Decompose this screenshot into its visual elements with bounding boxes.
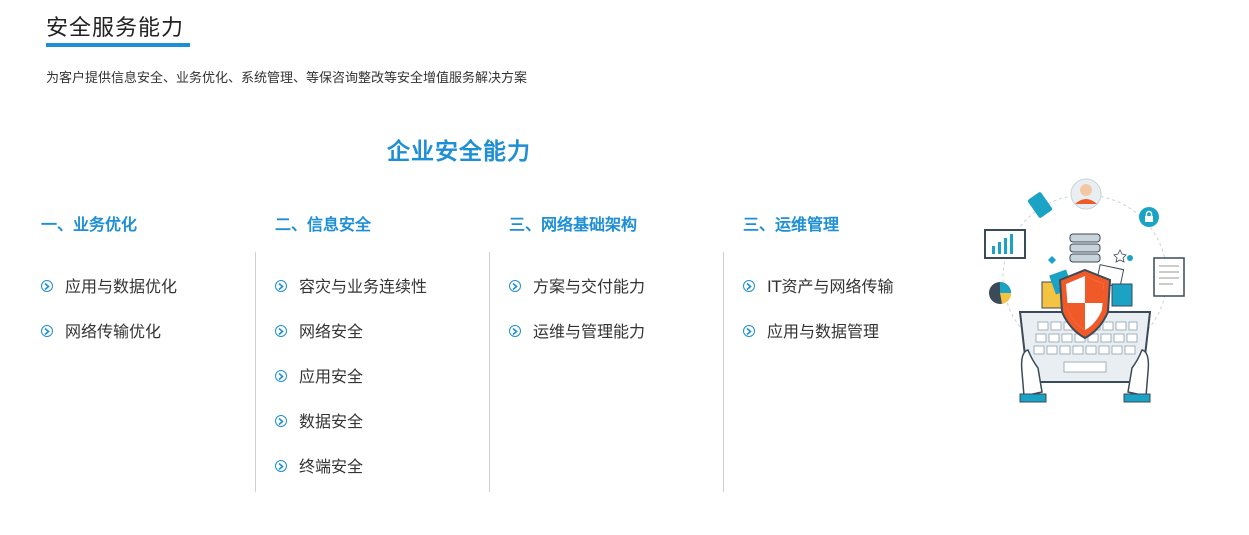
list-item[interactable]: 应用安全 <box>275 366 427 411</box>
column-network-infrastructure: 三、网络基础架构 方案与交付能力 运维与管理能力 <box>489 214 743 494</box>
column-business-optimization: 一、业务优化 应用与数据优化 网络传输优化 <box>41 214 275 494</box>
page-subtitle: 为客户提供信息安全、业务优化、系统管理、等保咨询整改等安全增值服务解决方案 <box>46 71 528 86</box>
list-item-label: 应用与数据管理 <box>767 322 880 341</box>
list-item[interactable]: 运维与管理能力 <box>509 321 645 366</box>
chevron-right-circle-icon <box>743 280 755 292</box>
item-list: 容灾与业务连续性 网络安全 应用安全 数据安全 终端安全 <box>275 276 427 501</box>
list-item[interactable]: 终端安全 <box>275 456 427 501</box>
chevron-right-circle-icon <box>275 325 287 337</box>
column-divider <box>723 252 724 492</box>
list-item-label: 网络安全 <box>299 322 364 341</box>
list-item-label: 容灾与业务连续性 <box>299 277 428 296</box>
chevron-right-circle-icon <box>275 415 287 427</box>
column-information-security: 二、信息安全 容灾与业务连续性 网络安全 应用安全 数据安全 终端安全 <box>255 214 509 494</box>
column-heading: 三、网络基础架构 <box>509 215 638 234</box>
list-item[interactable]: 方案与交付能力 <box>509 276 645 321</box>
list-item-label: 运维与管理能力 <box>533 322 646 341</box>
list-item-label: 应用与数据优化 <box>65 277 178 296</box>
column-heading: 三、运维管理 <box>743 215 840 234</box>
item-list: IT资产与网络传输 应用与数据管理 <box>743 276 894 366</box>
security-illustration <box>980 172 1190 417</box>
list-item[interactable]: 应用与数据管理 <box>743 321 894 366</box>
section-title: 企业安全能力 <box>387 139 531 165</box>
chevron-right-circle-icon <box>743 325 755 337</box>
column-operations-management: 三、运维管理 IT资产与网络传输 应用与数据管理 <box>723 214 977 494</box>
chevron-right-circle-icon <box>509 280 521 292</box>
item-list: 方案与交付能力 运维与管理能力 <box>509 276 645 366</box>
list-item[interactable]: 网络安全 <box>275 321 427 366</box>
list-item-label: IT资产与网络传输 <box>767 277 894 296</box>
list-item[interactable]: IT资产与网络传输 <box>743 276 894 321</box>
list-item-label: 网络传输优化 <box>65 322 162 341</box>
chevron-right-circle-icon <box>275 370 287 382</box>
security-shield-keyboard-illustration <box>984 178 1185 403</box>
column-divider <box>255 252 256 492</box>
list-item[interactable]: 数据安全 <box>275 411 427 456</box>
chevron-right-circle-icon <box>509 325 521 337</box>
list-item[interactable]: 容灾与业务连续性 <box>275 276 427 321</box>
list-item-label: 方案与交付能力 <box>533 277 646 296</box>
chevron-right-circle-icon <box>41 325 53 337</box>
column-divider <box>489 252 490 492</box>
list-item[interactable]: 网络传输优化 <box>41 321 177 366</box>
title-underline <box>46 43 190 47</box>
item-list: 应用与数据优化 网络传输优化 <box>41 276 177 366</box>
page-title: 安全服务能力 <box>46 16 185 41</box>
list-item[interactable]: 应用与数据优化 <box>41 276 177 321</box>
list-item-label: 数据安全 <box>299 412 364 431</box>
chevron-right-circle-icon <box>275 280 287 292</box>
column-heading: 一、业务优化 <box>41 215 138 234</box>
chevron-right-circle-icon <box>41 280 53 292</box>
list-item-label: 应用安全 <box>299 367 364 386</box>
list-item-label: 终端安全 <box>299 457 364 476</box>
chevron-right-circle-icon <box>275 460 287 472</box>
column-heading: 二、信息安全 <box>275 215 372 234</box>
